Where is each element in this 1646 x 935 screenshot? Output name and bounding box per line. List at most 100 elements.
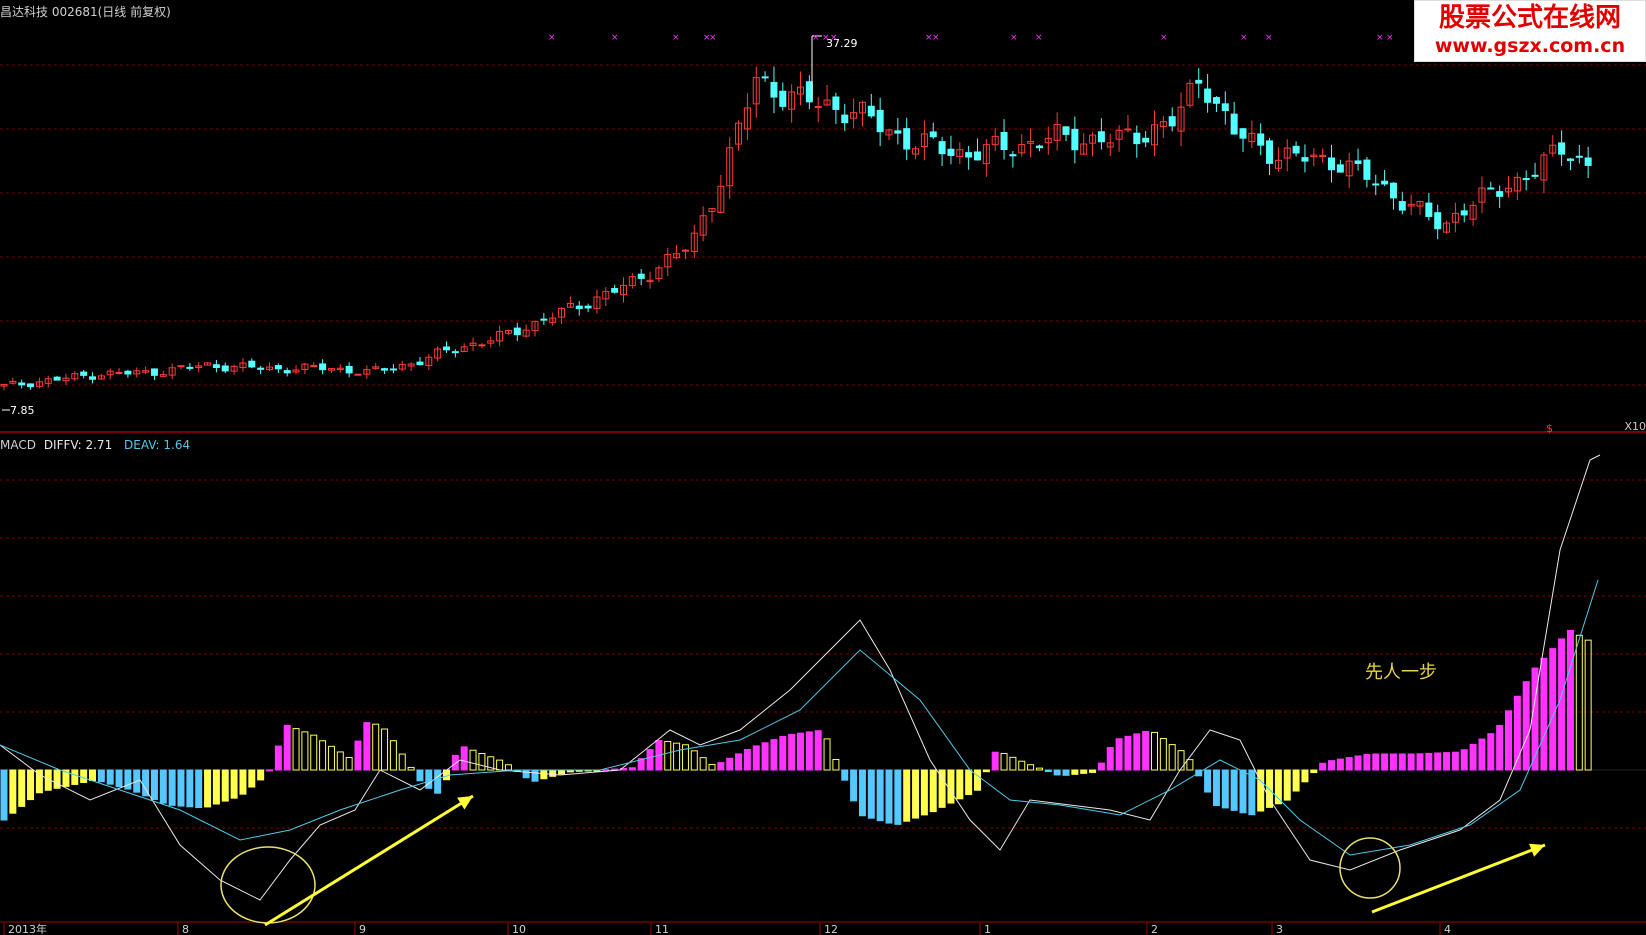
macd-bar <box>504 764 512 771</box>
x-axis: 2013年 8 9 10 11 12 1 2 3 4 <box>3 922 1451 935</box>
macd-bar <box>1443 752 1451 771</box>
macd-bar <box>372 723 380 771</box>
macd-bar <box>1071 769 1079 775</box>
candle-body <box>80 371 88 376</box>
candle-body <box>212 364 220 368</box>
macd-bar <box>1381 753 1389 771</box>
macd-bar <box>478 753 486 771</box>
macd-bar <box>673 742 681 771</box>
macd-bar <box>956 769 964 800</box>
macd-legend: MACD DIFFV: 2.71 DEAV: 1.64 <box>0 438 190 452</box>
dif-value: DIFFV: 2.71 <box>43 438 113 452</box>
macd-bar <box>664 741 672 771</box>
macd-bar <box>1487 733 1495 771</box>
macd-bar <box>1336 758 1344 771</box>
macd-bar <box>1531 667 1539 771</box>
candle-body <box>1566 158 1574 161</box>
event-marker: × <box>812 33 820 43</box>
macd-bar <box>1540 657 1548 771</box>
macd-bar <box>947 769 955 804</box>
macd-bar <box>195 769 203 809</box>
macd-bar <box>1053 769 1061 776</box>
macd-bar <box>1496 724 1504 771</box>
macd-bar <box>531 769 539 782</box>
macd-bar <box>319 740 327 771</box>
macd-bar <box>690 750 698 771</box>
macd-bar <box>168 769 176 806</box>
candle-body <box>1522 178 1530 181</box>
candle-body <box>1035 145 1043 149</box>
candle-body <box>89 376 96 380</box>
macd-bar <box>1319 762 1327 771</box>
candle-body <box>248 360 256 368</box>
macd-bar <box>797 732 804 771</box>
candle-body <box>1142 137 1150 143</box>
candle-body <box>1230 113 1238 135</box>
macd-bar <box>876 769 884 822</box>
macd-bar <box>779 735 787 771</box>
event-marker: × <box>1240 33 1248 43</box>
macd-bar <box>1522 681 1530 771</box>
macd-bar <box>540 769 548 780</box>
macd-bar <box>221 769 229 802</box>
macd-bar <box>1106 747 1114 771</box>
candle-body <box>832 96 840 110</box>
candle-body <box>1487 187 1495 190</box>
macd-bar <box>177 769 185 807</box>
macd-bar <box>912 769 920 819</box>
chart-grid <box>0 64 1646 923</box>
macd-bar <box>1407 753 1415 771</box>
macd-bar <box>894 769 902 825</box>
circle-annotation-left <box>220 846 316 924</box>
candle-body <box>319 363 327 371</box>
macd-bar <box>1124 735 1132 771</box>
candle-body <box>681 249 689 252</box>
macd-bar <box>1151 731 1158 771</box>
candle-body <box>540 318 548 321</box>
dif-line <box>0 454 1601 901</box>
candle-body <box>611 288 619 293</box>
candle-body <box>1584 157 1592 166</box>
candle-body <box>283 370 291 374</box>
macd-bar <box>336 751 344 771</box>
macd-bar <box>1239 769 1247 814</box>
candle-body <box>1398 201 1406 211</box>
event-marker: × <box>1386 33 1394 43</box>
macd-bar <box>1575 634 1583 771</box>
candle-body <box>354 373 362 376</box>
candle-body <box>1168 116 1176 127</box>
macd-bar <box>1354 755 1362 771</box>
x-tick-label: 2 <box>1151 923 1158 935</box>
macd-bar <box>1062 769 1070 776</box>
candle-body <box>186 366 194 369</box>
candle-body <box>1328 157 1335 171</box>
candle-body <box>867 105 875 117</box>
macd-bar <box>850 769 858 802</box>
event-marker: × <box>822 33 830 43</box>
macd-bar <box>788 733 796 771</box>
macd-bar <box>327 745 335 771</box>
candle-body <box>637 273 645 279</box>
candle-body <box>1434 212 1442 230</box>
macd-bar <box>814 730 822 771</box>
macd-bar <box>823 738 831 771</box>
macd-label: MACD <box>0 438 36 452</box>
event-marker: × <box>830 33 838 43</box>
event-marker: × <box>1265 33 1273 43</box>
candle-body <box>177 365 185 368</box>
candle-body <box>443 346 450 351</box>
candle-body <box>1195 79 1203 84</box>
macd-bar <box>469 749 477 771</box>
event-marker: × <box>932 33 940 43</box>
x-tick-label: 11 <box>655 923 669 935</box>
macd-bar <box>991 751 999 771</box>
macd-bar <box>708 763 716 771</box>
candle-body <box>1558 142 1566 155</box>
macd-bar <box>1027 764 1035 771</box>
candle-body <box>814 106 822 109</box>
candle-body <box>274 365 282 370</box>
macd-bar <box>1460 749 1468 771</box>
macd-bar <box>204 769 212 808</box>
macd-bar <box>1310 769 1318 774</box>
candle-body <box>1460 210 1468 216</box>
